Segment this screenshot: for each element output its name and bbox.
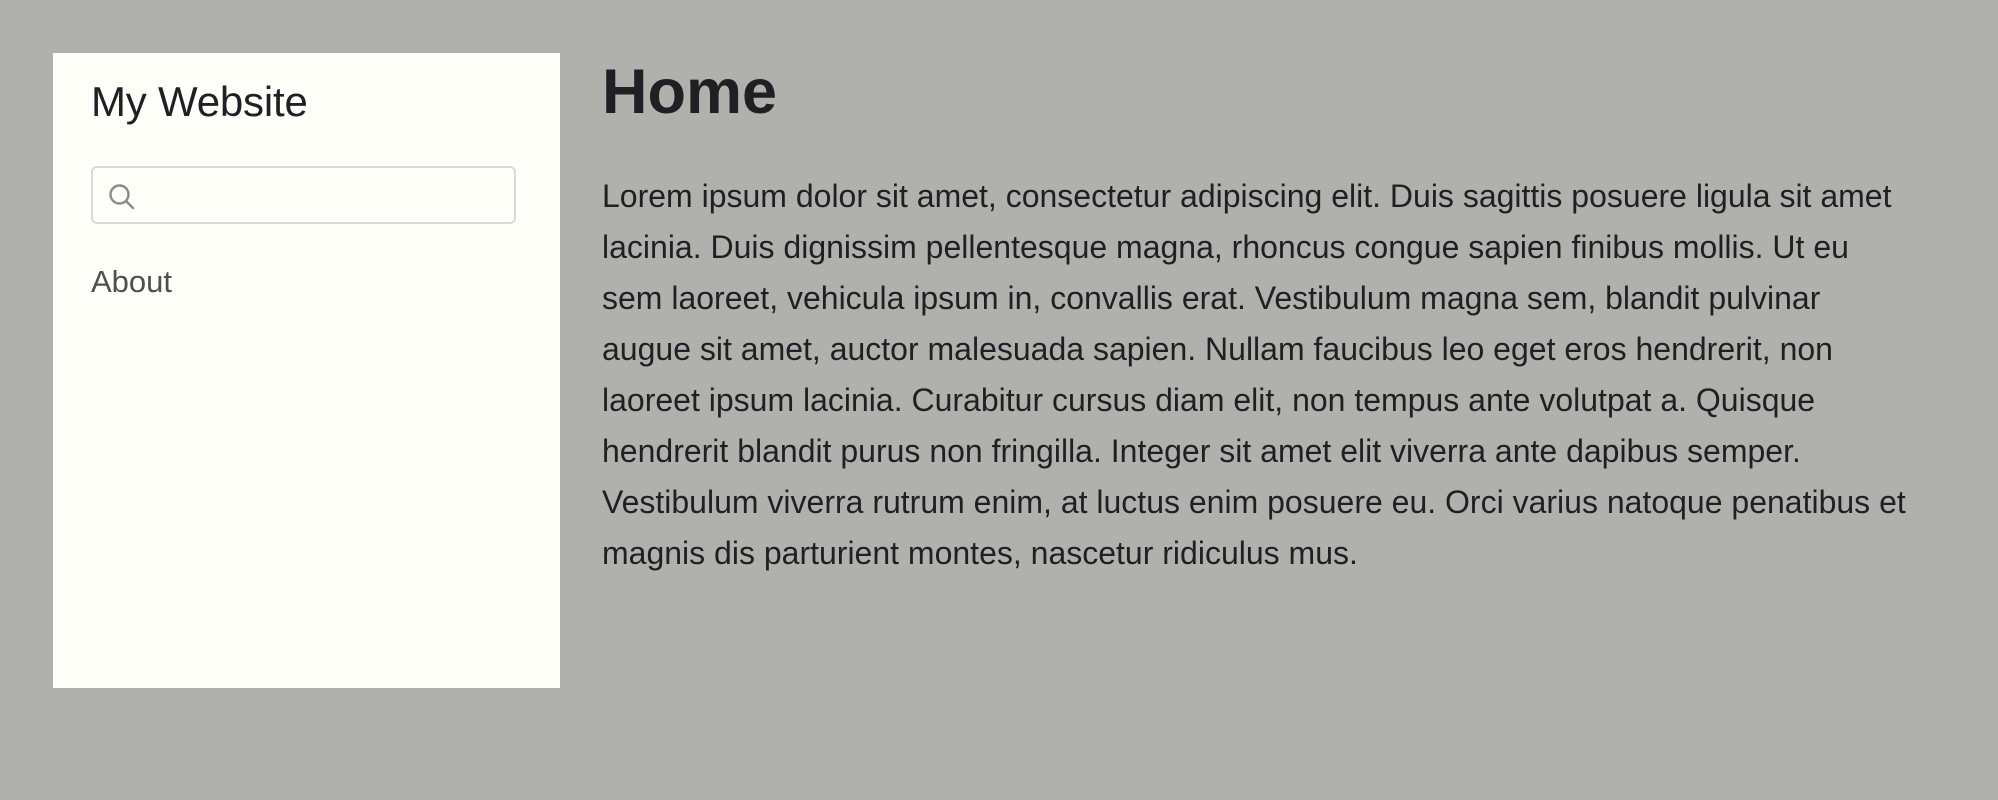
- sidebar-item-about: About: [91, 264, 522, 300]
- body-paragraph: Lorem ipsum dolor sit amet, consectetur …: [602, 177, 1906, 571]
- sidebar-nav: About: [91, 264, 522, 300]
- search-icon: [109, 184, 135, 209]
- about-link[interactable]: About: [91, 264, 172, 299]
- sidebar: My Website About: [53, 53, 560, 688]
- search-input[interactable]: [147, 167, 506, 224]
- main-content: Home Lorem ipsum dolor sit amet, consect…: [602, 55, 1912, 579]
- page-title: Home: [602, 57, 778, 127]
- search-box[interactable]: [91, 165, 516, 224]
- site-title: My Website: [91, 78, 308, 125]
